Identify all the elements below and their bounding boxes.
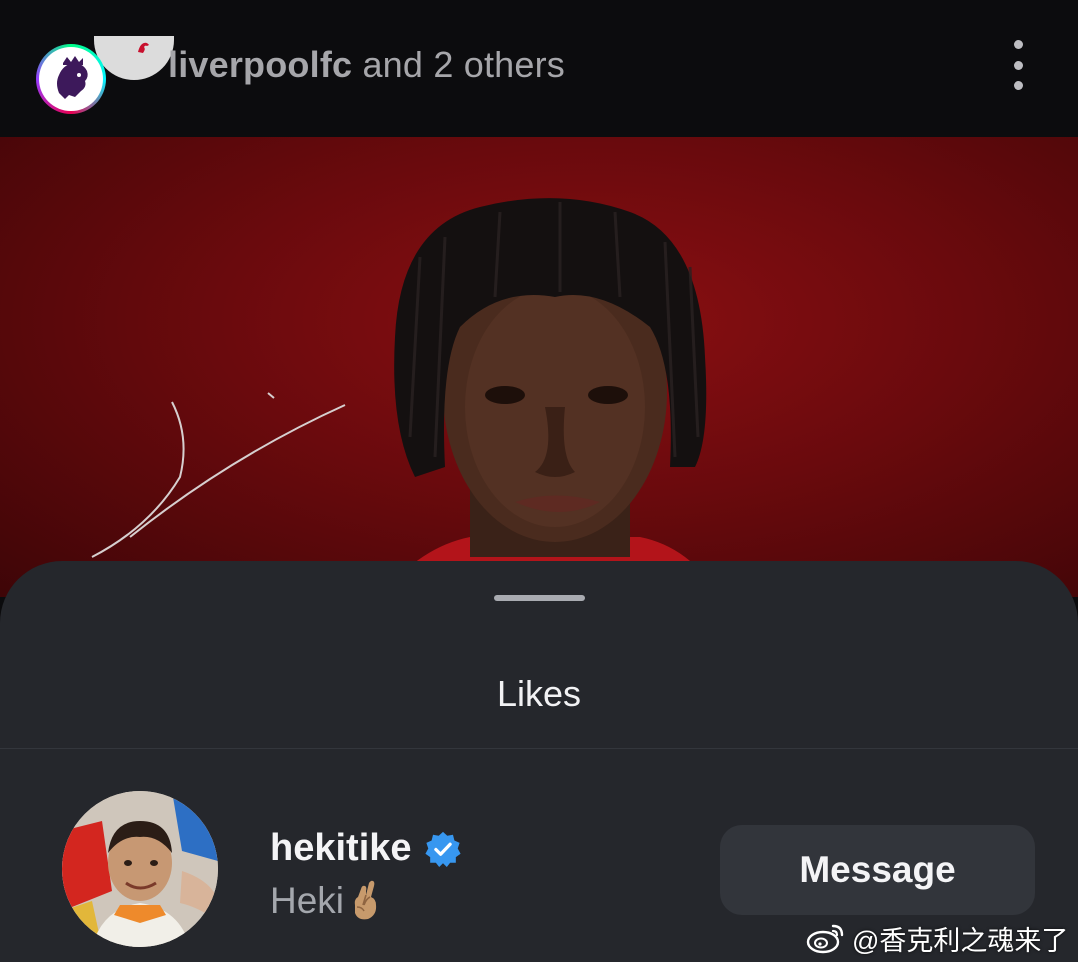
verified-badge-icon [424, 831, 461, 867]
weibo-icon [806, 924, 844, 954]
display-name-line: Heki [270, 879, 384, 923]
more-vertical-icon[interactable] [1004, 40, 1032, 90]
message-button[interactable]: Message [720, 825, 1035, 915]
premier-league-avatar[interactable] [36, 44, 106, 114]
divider [0, 748, 1078, 749]
child-photo-image [62, 791, 218, 947]
premier-league-lion-icon [57, 56, 88, 99]
drag-handle[interactable] [494, 595, 585, 601]
others-text[interactable]: and 2 others [352, 44, 565, 85]
post-photo [0, 137, 1078, 597]
liver-bird-crest-icon [138, 42, 149, 53]
weibo-watermark: @香克利之魂来了 [806, 918, 1068, 958]
post-header: liverpoolfc and 2 others [0, 0, 1078, 137]
username[interactable]: hekitike [270, 827, 412, 870]
liverpoolfc-avatar[interactable] [94, 36, 174, 80]
post-title[interactable]: liverpoolfc and 2 others [168, 44, 565, 86]
player-portrait-image [91, 198, 720, 597]
account-name[interactable]: liverpoolfc [168, 44, 352, 85]
watermark-text: @香克利之魂来了 [852, 925, 1069, 956]
display-name: Heki [270, 880, 345, 921]
username-line: hekitike [270, 827, 462, 870]
crossed-fingers-emoji [354, 880, 377, 920]
likes-bottom-sheet: Likes hekitike Heki Message [0, 561, 1078, 962]
stacked-avatars[interactable] [36, 36, 174, 118]
sheet-title: Likes [496, 673, 582, 714]
user-avatar[interactable] [62, 791, 218, 947]
